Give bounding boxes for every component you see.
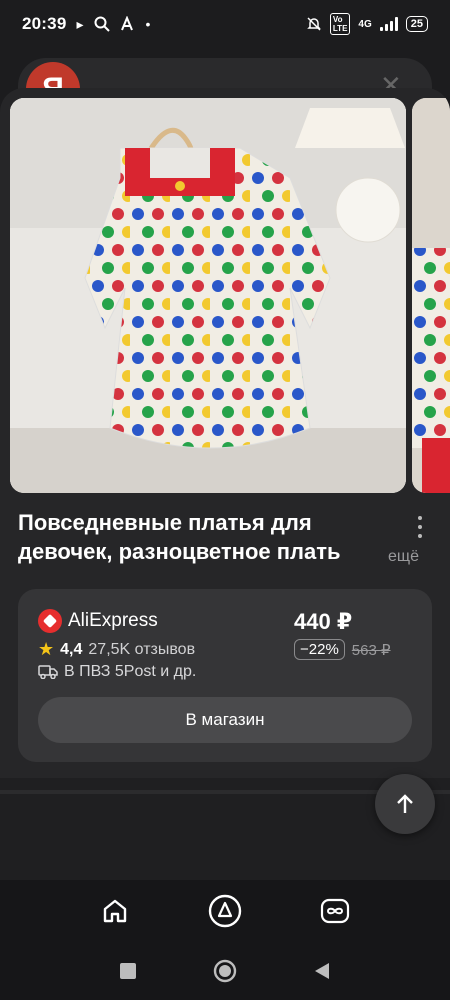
battery-icon: 25 — [405, 16, 428, 32]
offer-card[interactable]: AliExpress ★ 4,4 27,5K отзывов В ПВЗ 5Po… — [18, 589, 432, 762]
discount-row: −22% 563 ₽ — [294, 639, 391, 660]
scroll-to-top-button[interactable] — [375, 774, 435, 834]
aliexpress-logo-icon — [38, 609, 62, 633]
volte-icon: Vo LTE — [329, 13, 351, 35]
dress-image-next — [412, 98, 450, 493]
price: 440 ₽ — [294, 609, 353, 634]
play-icon: ▸ — [76, 15, 84, 32]
dress-image — [10, 98, 406, 493]
star-icon: ★ — [38, 639, 55, 659]
old-price: 563 ₽ — [351, 641, 391, 659]
rating-row: ★ 4,4 27,5K отзывов — [38, 639, 195, 660]
alice-icon[interactable] — [207, 893, 243, 929]
home-icon[interactable] — [97, 893, 133, 929]
product-gallery[interactable] — [10, 98, 450, 493]
mute-bell-icon — [307, 17, 321, 31]
discount-badge: −22% — [294, 639, 345, 660]
network-type: 4G — [358, 18, 372, 30]
back-icon[interactable] — [302, 951, 342, 991]
dot-icon: • — [145, 16, 151, 32]
shop-name: AliExpress — [68, 610, 158, 631]
rating-value: 4,4 — [60, 640, 83, 658]
go-to-store-button[interactable]: В магазин — [38, 697, 412, 743]
infinity-icon[interactable] — [317, 893, 353, 929]
home-circle-icon[interactable] — [205, 951, 245, 991]
status-time: 20:39 — [22, 14, 67, 33]
arrow-up-icon — [397, 794, 413, 813]
system-nav-bar — [0, 942, 450, 1000]
product-title[interactable]: Повседневные платья для девочек, разноцв… — [18, 508, 398, 566]
shop-row: AliExpress — [38, 609, 158, 633]
reviews-count: 27,5K отзывов — [88, 640, 196, 658]
app-bottom-nav — [0, 880, 450, 942]
signal-icon — [379, 17, 398, 31]
product-photo[interactable] — [10, 98, 406, 493]
more-options-icon[interactable] — [410, 514, 430, 540]
product-photo-next[interactable] — [412, 98, 450, 493]
delivery-row: В ПВЗ 5Post и др. — [38, 663, 196, 681]
translate-status-icon — [120, 16, 133, 31]
more-link[interactable]: ещё — [376, 548, 419, 566]
delivery-text: В ПВЗ 5Post и др. — [64, 663, 197, 680]
truck-icon — [38, 665, 58, 679]
search-status-icon — [94, 16, 110, 32]
product-sheet: Повседневные платья для девочек, разноцв… — [0, 88, 450, 778]
recents-icon[interactable] — [108, 951, 148, 991]
status-bar: 20:39 ▸ • Vo LTE 4G 25 — [0, 0, 450, 48]
